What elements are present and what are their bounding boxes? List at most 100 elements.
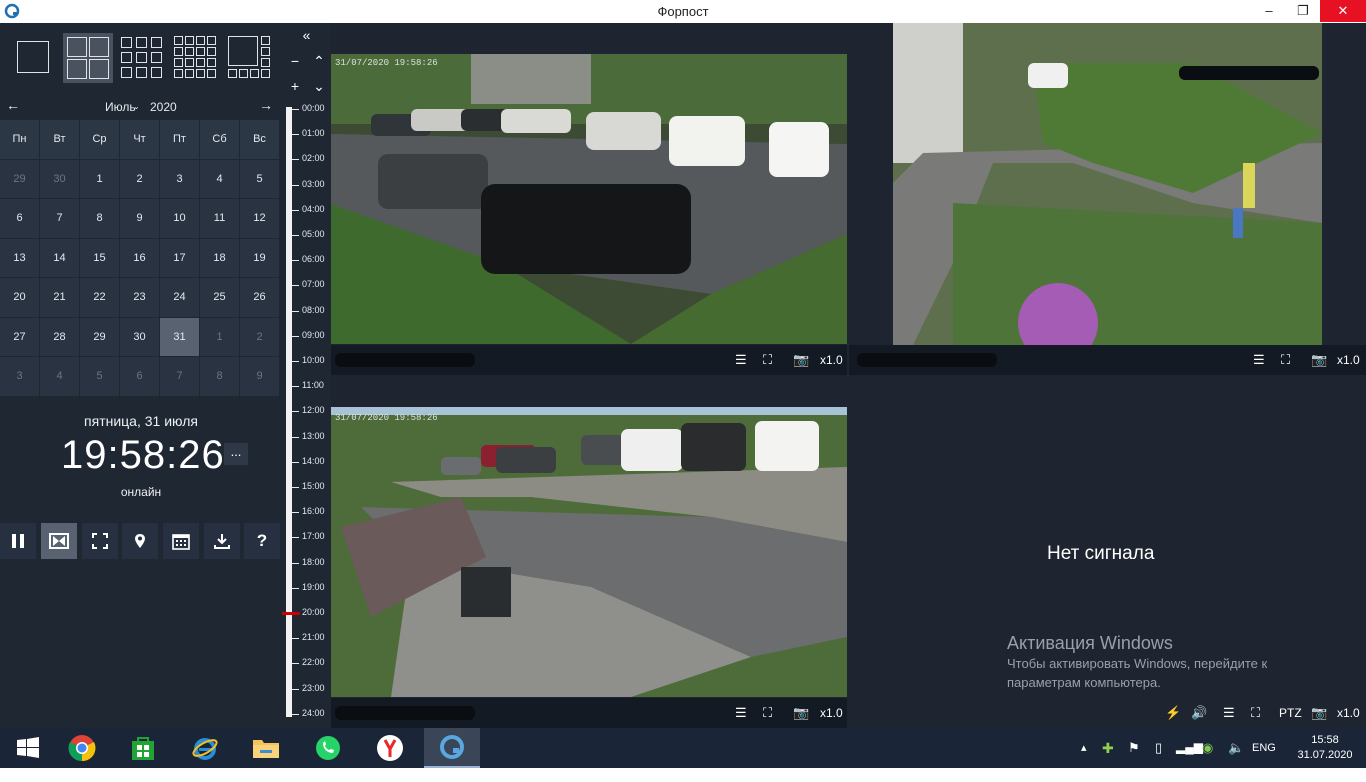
calendar-day-selected[interactable]: 31	[160, 317, 199, 356]
store-button[interactable]	[115, 728, 171, 768]
start-button[interactable]	[0, 728, 56, 768]
tray-overflow-icon[interactable]: ▴	[1081, 741, 1087, 781]
close-button[interactable]: ✕	[1320, 0, 1366, 22]
calendar-day[interactable]: 26	[240, 278, 279, 317]
next-month-icon[interactable]: →	[259, 97, 273, 113]
calendar-day[interactable]: 27	[0, 317, 39, 356]
language-indicator[interactable]: ENG	[1252, 742, 1276, 782]
help-button[interactable]: ?	[244, 523, 280, 559]
calendar-day[interactable]: 20	[0, 278, 39, 317]
signal-icon[interactable]: ▂▄▆	[1176, 740, 1203, 780]
calendar-day[interactable]: 1	[80, 159, 119, 198]
layout-single-button[interactable]	[9, 33, 59, 83]
camera-2-snapshot-icon[interactable]: 📷	[1311, 352, 1327, 368]
yandex-button[interactable]	[362, 728, 418, 768]
calendar-day[interactable]: 29	[0, 159, 39, 198]
zoom-out-button[interactable]: −	[286, 53, 304, 75]
camera-4-menu-icon[interactable]: ☰	[1223, 705, 1235, 721]
pause-button[interactable]	[0, 523, 36, 559]
calendar-day[interactable]: 17	[160, 238, 199, 277]
camera-1-menu-icon[interactable]: ☰	[735, 352, 747, 368]
volume-icon[interactable]: 🔈	[1228, 740, 1244, 780]
calendar-day[interactable]: 1	[200, 317, 239, 356]
camera-4-volume-icon[interactable]: 🔊	[1191, 705, 1207, 721]
minimize-button[interactable]: –	[1252, 0, 1286, 22]
calendar-day[interactable]: 9	[240, 357, 279, 396]
camera-tile-2[interactable]: ☰ ⛶ 📷 x1.0	[849, 23, 1366, 375]
calendar-day[interactable]: 5	[80, 357, 119, 396]
scroll-down-button[interactable]: ⌄	[310, 78, 328, 100]
calendar-day[interactable]: 4	[200, 159, 239, 198]
calendar-day[interactable]: 18	[200, 238, 239, 277]
calendar-day[interactable]: 19	[240, 238, 279, 277]
camera-2-speed[interactable]: x1.0	[1337, 353, 1360, 367]
calendar-button[interactable]	[163, 523, 199, 559]
calendar-day[interactable]: 25	[200, 278, 239, 317]
calendar-day[interactable]: 5	[240, 159, 279, 198]
calendar-day[interactable]: 6	[0, 199, 39, 238]
forpost-button[interactable]	[424, 728, 480, 768]
camera-4-ptz[interactable]: PTZ	[1279, 706, 1302, 720]
camera-4-speed[interactable]: x1.0	[1337, 706, 1360, 720]
camera-4-fullscreen-icon[interactable]: ⛶	[1251, 705, 1260, 721]
camera-1-fullscreen-icon[interactable]: ⛶	[763, 352, 772, 368]
calendar-day[interactable]: 29	[80, 317, 119, 356]
whatsapp-button[interactable]	[300, 728, 356, 768]
camera-3-snapshot-icon[interactable]: 📷	[793, 705, 809, 721]
calendar-day[interactable]: 30	[120, 317, 159, 356]
chrome-button[interactable]	[54, 728, 110, 768]
fullscreen-button[interactable]	[82, 523, 118, 559]
calendar-day[interactable]: 7	[160, 357, 199, 396]
calendar-day[interactable]: 23	[120, 278, 159, 317]
calendar-day[interactable]: 4	[40, 357, 79, 396]
calendar-day[interactable]: 6	[120, 357, 159, 396]
time-more-button[interactable]: ...	[224, 443, 248, 465]
camera-2-fullscreen-icon[interactable]: ⛶	[1281, 352, 1290, 368]
ie-button[interactable]	[177, 728, 233, 768]
calendar-day[interactable]: 11	[200, 199, 239, 238]
location-button[interactable]	[122, 523, 158, 559]
explorer-button[interactable]	[238, 728, 294, 768]
flag-icon[interactable]: ⚑	[1128, 740, 1140, 780]
calendar-day[interactable]: 10	[160, 199, 199, 238]
camera-4-snapshot-icon[interactable]: 📷	[1311, 705, 1327, 721]
calendar-day[interactable]: 30	[40, 159, 79, 198]
prev-month-icon[interactable]: ←	[6, 97, 20, 113]
calendar-day[interactable]: 8	[80, 199, 119, 238]
calendar-day[interactable]: 28	[40, 317, 79, 356]
zoom-in-button[interactable]: +	[286, 78, 304, 100]
camera-2-menu-icon[interactable]: ☰	[1253, 352, 1265, 368]
tray-clock[interactable]: 15:58 31.07.2020	[1290, 734, 1360, 774]
compare-button[interactable]	[41, 523, 77, 559]
calendar-day[interactable]: 22	[80, 278, 119, 317]
calendar-day[interactable]: 3	[0, 357, 39, 396]
calendar-day[interactable]: 13	[0, 238, 39, 277]
calendar-day[interactable]: 21	[40, 278, 79, 317]
calendar-day[interactable]: 12	[240, 199, 279, 238]
camera-4-event-icon[interactable]: ⚡	[1165, 705, 1181, 721]
scroll-up-button[interactable]: ⌃	[310, 53, 328, 75]
calendar-day[interactable]: 24	[160, 278, 199, 317]
calendar-day[interactable]: 3	[160, 159, 199, 198]
calendar-day[interactable]: 16	[120, 238, 159, 277]
calendar-day[interactable]: 14	[40, 238, 79, 277]
timeline-current-marker[interactable]	[282, 612, 300, 615]
calendar-month[interactable]: Июль	[105, 100, 136, 114]
camera-3-speed[interactable]: x1.0	[820, 706, 843, 720]
calendar-day[interactable]: 2	[120, 159, 159, 198]
network-icon[interactable]: ◉	[1202, 740, 1213, 780]
calendar-year[interactable]: 2020	[150, 100, 177, 114]
calendar-day[interactable]: 8	[200, 357, 239, 396]
calendar-day[interactable]: 7	[40, 199, 79, 238]
camera-3-fullscreen-icon[interactable]: ⛶	[763, 705, 772, 721]
camera-1-speed[interactable]: x1.0	[820, 353, 843, 367]
calendar-day[interactable]: 2	[240, 317, 279, 356]
calendar-day[interactable]: 15	[80, 238, 119, 277]
restore-button[interactable]: ❐	[1286, 0, 1320, 22]
camera-tile-1[interactable]: 31/07/2020 19:58:26 ☰ ⛶ 📷 x1.0	[331, 54, 847, 375]
layout-2x2-button[interactable]	[63, 33, 113, 83]
camera-3-menu-icon[interactable]: ☰	[735, 705, 747, 721]
download-button[interactable]	[204, 523, 240, 559]
layout-mixed-button[interactable]	[225, 33, 275, 83]
calendar-day[interactable]: 9	[120, 199, 159, 238]
